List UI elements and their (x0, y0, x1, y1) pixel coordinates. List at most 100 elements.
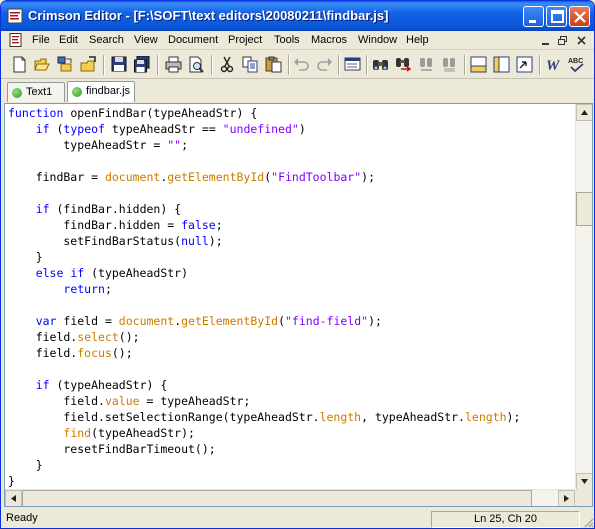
arrow-down-icon (581, 479, 588, 484)
menu-search[interactable]: Search (89, 34, 124, 46)
code-line[interactable]: if (findBar.hidden) { (8, 201, 576, 217)
code-line[interactable]: } (8, 249, 576, 265)
code-token: findBar.hidden = (8, 218, 182, 232)
code-token: function (8, 106, 64, 120)
toggle-sidebar-button[interactable] (491, 54, 512, 75)
title-bar[interactable]: Crimson Editor - [F:\SOFT\text editors\2… (1, 1, 594, 31)
find-next-button[interactable] (393, 54, 414, 75)
spell-check-icon: ABC (568, 58, 584, 73)
mdi-close-icon[interactable] (575, 34, 589, 47)
toolbar-separator (157, 55, 159, 75)
code-line[interactable]: function openFindBar(typeAheadStr) { (8, 105, 576, 121)
code-token: value (104, 394, 140, 408)
minimize-icon (529, 20, 536, 23)
save-icon (111, 56, 127, 72)
print-preview-button[interactable] (186, 54, 207, 75)
toggle-view-button[interactable] (342, 54, 363, 75)
code-line[interactable]: field.select(); (8, 329, 576, 345)
menu-project[interactable]: Project (228, 34, 262, 46)
vertical-scrollbar[interactable] (575, 104, 592, 490)
code-line[interactable]: findBar.hidden = false; (8, 217, 576, 233)
menu-help[interactable]: Help (406, 34, 429, 46)
find-button[interactable] (370, 54, 391, 75)
code-token: select (77, 330, 119, 344)
code-token: ); (208, 234, 223, 248)
code-line[interactable] (8, 153, 576, 169)
toggle-output-button[interactable] (468, 54, 489, 75)
scroll-left-button[interactable] (5, 490, 22, 506)
undo-button[interactable] (291, 54, 312, 75)
code-line[interactable]: field.focus(); (8, 345, 576, 361)
cut-button[interactable] (217, 54, 238, 75)
close-button[interactable] (569, 6, 590, 27)
print-button[interactable] (163, 54, 184, 75)
code-line[interactable]: find(typeAheadStr); (8, 425, 576, 441)
menu-file[interactable]: File (32, 34, 50, 46)
mdi-restore-icon[interactable] (556, 34, 570, 47)
toolbar-separator (211, 55, 213, 75)
document-menu-icon[interactable] (9, 33, 23, 47)
open-remote-button[interactable] (78, 54, 99, 75)
code-line[interactable]: resetFindBarTimeout(); (8, 441, 576, 457)
tab-text1[interactable]: Text1 (7, 82, 65, 102)
horizontal-scroll-thumb[interactable] (22, 490, 532, 506)
code-line[interactable]: typeAheadStr = ""; (8, 137, 576, 153)
open-project-button[interactable] (55, 54, 76, 75)
document-status-icon (72, 87, 82, 97)
toggle-sidebar-icon (493, 56, 510, 73)
resize-grip-icon[interactable] (582, 516, 594, 528)
code-line[interactable] (8, 361, 576, 377)
code-line[interactable]: if (typeAheadStr) { (8, 377, 576, 393)
spell-check-button[interactable]: ABC (566, 54, 587, 75)
menu-edit[interactable]: Edit (59, 34, 78, 46)
minimize-button[interactable] (523, 6, 544, 27)
code-line[interactable]: if (typeof typeAheadStr == "undefined") (8, 121, 576, 137)
code-line[interactable]: setFindBarStatus(null); (8, 233, 576, 249)
code-area[interactable]: function openFindBar(typeAheadStr) { if … (8, 105, 576, 488)
menu-tools[interactable]: Tools (274, 34, 300, 46)
code-line[interactable]: field.setSelectionRange(typeAheadStr.len… (8, 409, 576, 425)
save-all-button[interactable] (132, 54, 153, 75)
replace-button[interactable] (416, 54, 437, 75)
code-line[interactable]: var field = document.getElementById("fin… (8, 313, 576, 329)
horizontal-scrollbar[interactable] (5, 489, 575, 506)
code-line[interactable]: findBar = document.getElementById("FindT… (8, 169, 576, 185)
undo-icon (294, 58, 309, 71)
new-file-button[interactable] (9, 54, 30, 75)
replace-all-button[interactable] (439, 54, 460, 75)
open-file-button[interactable] (32, 54, 53, 75)
maximize-button[interactable] (546, 6, 567, 27)
toggle-tab-button[interactable] (514, 54, 535, 75)
word-wrap-button[interactable]: W (543, 54, 564, 75)
code-line[interactable]: field.value = typeAheadStr; (8, 393, 576, 409)
copy-button[interactable] (240, 54, 261, 75)
tab-findbar-js[interactable]: findbar.js (67, 81, 135, 102)
menu-window[interactable]: Window (358, 34, 397, 46)
new-file-icon (13, 56, 26, 73)
menu-macros[interactable]: Macros (311, 34, 347, 46)
redo-button[interactable] (314, 54, 335, 75)
paste-button[interactable] (263, 54, 284, 75)
code-token: if (35, 122, 50, 136)
code-editor[interactable]: function openFindBar(typeAheadStr) { if … (4, 103, 593, 507)
mdi-minimize-icon[interactable] (539, 34, 553, 47)
code-token: null (181, 234, 209, 248)
code-line[interactable]: else if (typeAheadStr) (8, 265, 576, 281)
scroll-down-button[interactable] (576, 473, 592, 490)
menu-view[interactable]: View (134, 34, 158, 46)
code-line[interactable] (8, 297, 576, 313)
code-line[interactable] (8, 185, 576, 201)
scroll-up-button[interactable] (576, 104, 592, 121)
menu-document[interactable]: Document (168, 34, 218, 46)
code-line[interactable]: } (8, 473, 576, 488)
vertical-scroll-thumb[interactable] (576, 192, 592, 226)
code-line[interactable]: return; (8, 281, 576, 297)
save-button[interactable] (109, 54, 130, 75)
code-token: , typeAheadStr. (361, 410, 465, 424)
code-line[interactable]: } (8, 457, 576, 473)
code-token: "" (167, 138, 182, 152)
scroll-right-button[interactable] (558, 490, 575, 506)
